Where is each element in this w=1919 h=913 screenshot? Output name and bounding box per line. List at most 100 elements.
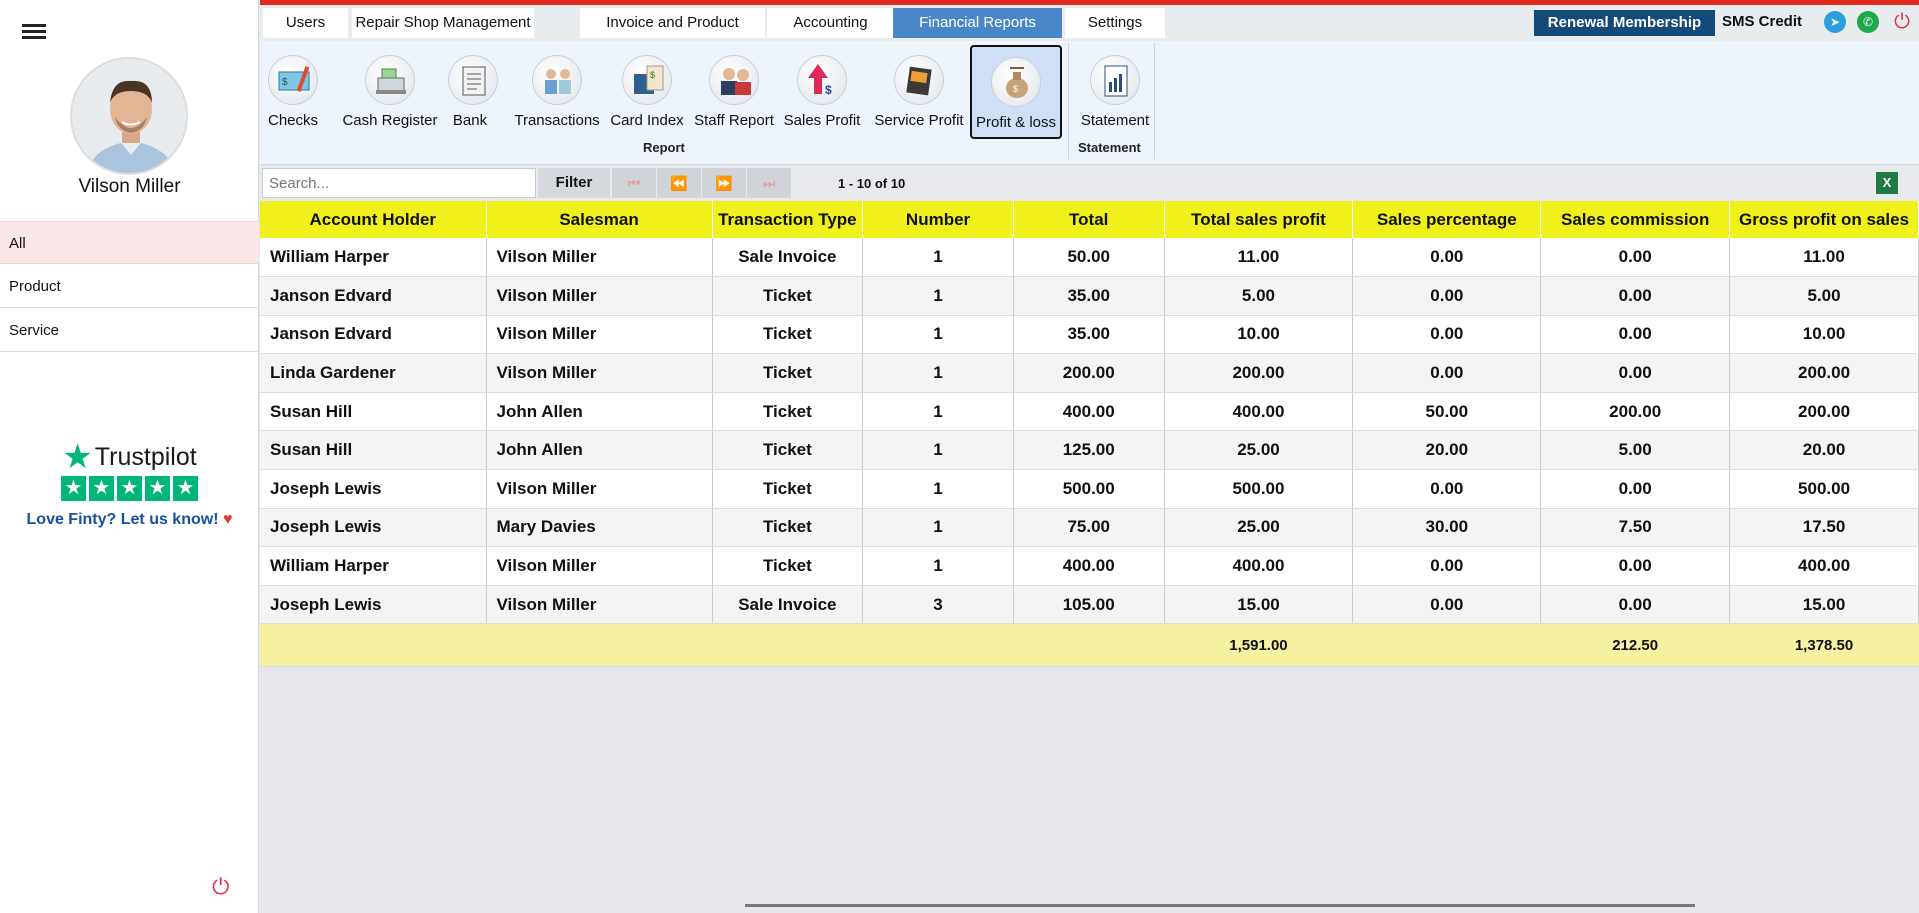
table-cell: 200.00 xyxy=(1540,392,1731,432)
trustpilot-widget[interactable]: ★ Trustpilot ★ ★ ★ ★ ★ Love Finty? Let u… xyxy=(0,440,259,529)
sales-profit-icon: $ xyxy=(797,55,847,105)
tab-invoice-and-product[interactable]: Invoice and Product xyxy=(580,8,765,38)
table-row[interactable]: William Harper Vilson Miller Ticket 1 400.00… xyxy=(260,546,1919,586)
sidebar-item-all[interactable]: All xyxy=(0,221,259,264)
table-row[interactable]: Joseph Lewis Vilson Miller Ticket 1 500.00 50… xyxy=(260,469,1919,509)
table-cell: 50.00 xyxy=(1013,238,1165,278)
cash-register-label: Cash Register xyxy=(342,112,438,129)
cash-register-icon xyxy=(365,55,415,105)
column-header[interactable]: Total xyxy=(1013,201,1165,238)
hamburger-menu-icon[interactable] xyxy=(22,24,46,44)
table-row[interactable]: Janson Edvard Vilson Miller Ticket 1 35.00 10… xyxy=(260,315,1919,355)
table-cell: 500.00 xyxy=(1729,469,1919,509)
search-input[interactable] xyxy=(262,168,536,198)
star-icon: ★ xyxy=(145,476,170,501)
table-cell: 15.00 xyxy=(1729,585,1919,625)
table-row[interactable]: Susan Hill John Allen Ticket 1 125.00 25.00 20… xyxy=(260,430,1919,471)
column-header[interactable]: Transaction Type xyxy=(712,201,864,238)
next-page-icon[interactable]: ⏩ xyxy=(702,168,746,198)
column-header[interactable]: Sales commission xyxy=(1540,201,1731,238)
last-page-icon[interactable]: ⏭ xyxy=(747,168,791,198)
sidebar-item-service[interactable]: Service xyxy=(0,309,259,352)
trustpilot-prompt-link[interactable]: Love Finty? Let us know! ♥ xyxy=(0,511,259,529)
tab-repair-shop-management[interactable]: Repair Shop Management xyxy=(352,8,534,38)
table-row[interactable]: Janson Edvard Vilson Miller Ticket 1 35.00 5.… xyxy=(260,276,1919,316)
star-icon: ★ xyxy=(61,476,86,501)
table-cell: 0.00 xyxy=(1352,276,1542,316)
column-header[interactable]: Account Holder xyxy=(260,201,487,238)
column-header[interactable]: Total sales profit xyxy=(1164,201,1354,238)
table-row[interactable]: Joseph Lewis Vilson Miller Sale Invoice 3 10… xyxy=(260,585,1919,625)
horizontal-scrollbar[interactable] xyxy=(745,904,1695,907)
table-cell: 125.00 xyxy=(1013,430,1165,471)
cash-register-button[interactable]: Cash Register xyxy=(338,45,442,139)
column-header[interactable]: Gross profit on sales xyxy=(1729,201,1919,238)
telegram-icon[interactable]: ➤ xyxy=(1824,11,1846,33)
staff-report-button[interactable]: Staff Report xyxy=(690,45,778,139)
service-profit-button[interactable]: Service Profit xyxy=(868,45,970,139)
table-cell: Vilson Miller xyxy=(486,546,713,586)
table-row[interactable]: William Harper Vilson Miller Sale Invoice 1… xyxy=(260,238,1919,278)
transactions-button[interactable]: Transactions xyxy=(510,45,604,139)
table-cell: 0.00 xyxy=(1352,238,1542,278)
table-cell: 5.00 xyxy=(1164,276,1354,316)
table-cell: 11.00 xyxy=(1729,238,1919,278)
table-cell: Ticket xyxy=(712,353,864,393)
statement-button[interactable]: Statement xyxy=(1074,45,1156,139)
table-cell: Vilson Miller xyxy=(486,353,713,393)
column-header[interactable]: Sales percentage xyxy=(1352,201,1542,238)
table-cell: 1 xyxy=(862,508,1014,548)
table-cell: 10.00 xyxy=(1729,315,1919,355)
power-icon[interactable]: ⏻ xyxy=(1891,11,1913,33)
checks-icon: $ xyxy=(268,55,318,105)
totals-row: 1,591.00 212.50 1,378.50 xyxy=(260,623,1919,668)
table-cell: 0.00 xyxy=(1352,353,1542,393)
tab-financial-reports[interactable]: Financial Reports xyxy=(893,8,1062,38)
table-row[interactable]: Joseph Lewis Mary Davies Ticket 1 75.00 25.00… xyxy=(260,508,1919,548)
card-index-button[interactable]: $ Card Index xyxy=(606,45,688,139)
table-cell: 0.00 xyxy=(1540,546,1731,586)
tab-users[interactable]: Users xyxy=(263,8,348,38)
table-cell: Joseph Lewis xyxy=(260,585,487,625)
sidebar: Vilson Miller All Product Service ★ Trus… xyxy=(0,0,259,913)
tab-settings[interactable]: Settings xyxy=(1065,8,1165,38)
table-cell: 35.00 xyxy=(1013,276,1165,316)
excel-export-icon[interactable]: X xyxy=(1876,172,1898,194)
sales-profit-button[interactable]: $ Sales Profit xyxy=(780,45,864,139)
total-cell: 1,378.50 xyxy=(1729,623,1919,668)
trustpilot-logo: ★ Trustpilot xyxy=(0,440,259,474)
table-cell: 75.00 xyxy=(1013,508,1165,548)
table-cell: 25.00 xyxy=(1164,430,1354,471)
bank-button[interactable]: Bank xyxy=(448,45,498,139)
checks-button[interactable]: $ Checks xyxy=(268,45,318,139)
column-header[interactable]: Salesman xyxy=(486,201,713,238)
table-cell: 1 xyxy=(862,315,1014,355)
table-cell: 0.00 xyxy=(1540,238,1731,278)
total-cell xyxy=(260,623,487,668)
table-cell: Susan Hill xyxy=(260,392,487,432)
table-cell: 11.00 xyxy=(1164,238,1354,278)
first-page-icon[interactable]: ⏮ xyxy=(612,168,656,198)
table-cell: 3 xyxy=(862,585,1014,625)
table-cell: 0.00 xyxy=(1540,315,1731,355)
table-cell: 1 xyxy=(862,392,1014,432)
power-icon[interactable]: ⏻ xyxy=(212,874,229,900)
transactions-icon xyxy=(532,55,582,105)
table-cell: 20.00 xyxy=(1729,430,1919,471)
whatsapp-icon[interactable]: ✆ xyxy=(1857,11,1879,33)
sms-credit-link[interactable]: SMS Credit xyxy=(1722,13,1802,30)
table-cell: Vilson Miller xyxy=(486,469,713,509)
sidebar-item-label: All xyxy=(9,235,26,252)
tab-accounting[interactable]: Accounting xyxy=(767,8,894,38)
table-cell: 50.00 xyxy=(1352,392,1542,432)
table-row[interactable]: Susan Hill John Allen Ticket 1 400.00 400.00 5… xyxy=(260,392,1919,432)
profit-and-loss-button[interactable]: $ Profit & loss xyxy=(970,45,1062,139)
user-name: Vilson Miller xyxy=(78,176,181,197)
filter-button[interactable]: Filter xyxy=(538,168,610,198)
table-cell: 500.00 xyxy=(1013,469,1165,509)
column-header[interactable]: Number xyxy=(862,201,1014,238)
renewal-membership-button[interactable]: Renewal Membership xyxy=(1534,10,1715,36)
table-row[interactable]: Linda Gardener Vilson Miller Ticket 1 200.00… xyxy=(260,353,1919,393)
sidebar-item-product[interactable]: Product xyxy=(0,265,259,308)
previous-page-icon[interactable]: ⏪ xyxy=(657,168,701,198)
